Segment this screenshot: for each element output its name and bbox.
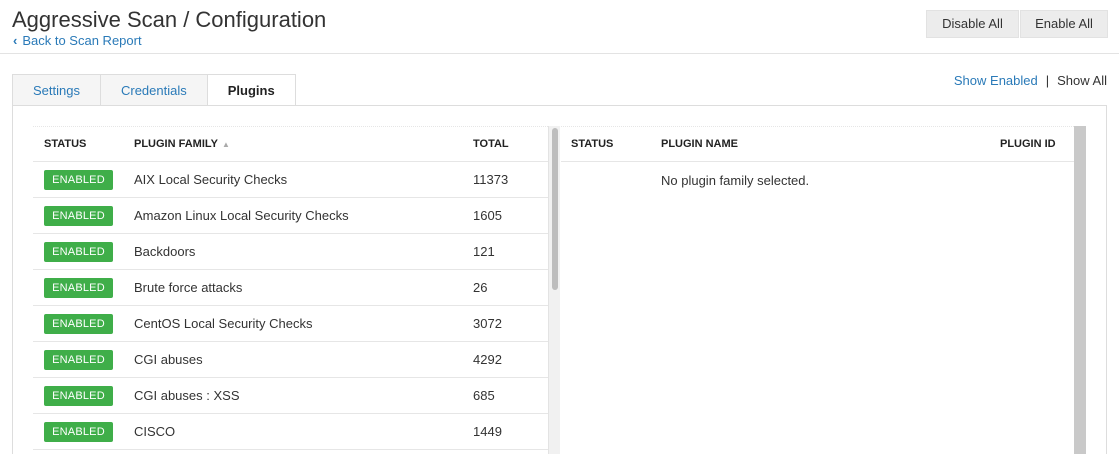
- family-name: Brute force attacks: [134, 280, 243, 295]
- table-row[interactable]: ENABLED AIX Local Security Checks 11373: [33, 162, 548, 198]
- families-scrollbar[interactable]: [548, 126, 560, 454]
- families-header-row: STATUS PLUGIN FAMILY ▲ TOTAL: [33, 126, 548, 162]
- tab-credentials[interactable]: Credentials: [100, 74, 208, 106]
- status-badge[interactable]: ENABLED: [44, 169, 113, 190]
- table-row[interactable]: ENABLED Brute force attacks 26: [33, 270, 548, 306]
- family-total: 1605: [473, 208, 502, 223]
- family-total: 11373: [473, 172, 509, 187]
- family-total: 1449: [473, 424, 502, 439]
- enable-all-button[interactable]: Enable All: [1020, 10, 1108, 38]
- table-row[interactable]: ENABLED CentOS Local Security Checks 307…: [33, 306, 548, 342]
- status-badge[interactable]: ENABLED: [44, 349, 113, 370]
- plugins-scrollbar[interactable]: [1074, 126, 1086, 454]
- column-header-total[interactable]: TOTAL: [462, 138, 548, 150]
- empty-state-message: No plugin family selected.: [661, 172, 810, 188]
- table-row[interactable]: ENABLED CISCO 1449: [33, 414, 548, 450]
- config-tabs: Settings Credentials Plugins: [12, 74, 296, 106]
- status-badge[interactable]: ENABLED: [44, 313, 113, 334]
- family-name: CGI abuses: [134, 352, 203, 367]
- back-link-label: Back to Scan Report: [22, 33, 142, 48]
- table-row[interactable]: ENABLED Backdoors 121: [33, 234, 548, 270]
- family-name: CISCO: [134, 424, 176, 439]
- family-total: 4292: [473, 352, 502, 367]
- column-header-plugin-family-label: PLUGIN FAMILY: [134, 138, 218, 150]
- column-header-status[interactable]: STATUS: [33, 138, 123, 150]
- family-total: 26: [473, 280, 488, 295]
- status-badge[interactable]: ENABLED: [44, 205, 113, 226]
- family-total: 685: [473, 388, 495, 403]
- family-name: Backdoors: [134, 244, 196, 259]
- page-title: Aggressive Scan / Configuration: [12, 7, 327, 32]
- tab-settings[interactable]: Settings: [12, 74, 101, 106]
- column-header-plugin-id[interactable]: PLUGIN ID: [990, 138, 1074, 150]
- family-total: 121: [473, 244, 495, 259]
- column-header-plugin-name[interactable]: PLUGIN NAME: [651, 138, 990, 150]
- family-name: CentOS Local Security Checks: [134, 316, 313, 331]
- status-badge[interactable]: ENABLED: [44, 421, 113, 442]
- family-name: Amazon Linux Local Security Checks: [134, 208, 349, 223]
- family-name: CGI abuses : XSS: [134, 388, 240, 403]
- bulk-actions: Disable All Enable All: [926, 10, 1108, 38]
- plugins-table: STATUS PLUGIN NAME PLUGIN ID No plugin f…: [561, 126, 1074, 198]
- column-header-plugin-family[interactable]: PLUGIN FAMILY ▲: [123, 138, 462, 150]
- chevron-left-icon: ‹: [13, 33, 18, 48]
- plugin-families-table: STATUS PLUGIN FAMILY ▲ TOTAL ENABLED AIX …: [33, 126, 548, 450]
- table-row[interactable]: ENABLED Amazon Linux Local Security Chec…: [33, 198, 548, 234]
- status-badge[interactable]: ENABLED: [44, 277, 113, 298]
- disable-all-button[interactable]: Disable All: [926, 10, 1019, 38]
- view-filter: Show Enabled | Show All: [954, 73, 1107, 88]
- tab-plugins[interactable]: Plugins: [207, 74, 296, 106]
- table-row[interactable]: ENABLED CGI abuses : XSS 685: [33, 378, 548, 414]
- status-badge[interactable]: ENABLED: [44, 241, 113, 262]
- table-row[interactable]: ENABLED CGI abuses 4292: [33, 342, 548, 378]
- status-badge[interactable]: ENABLED: [44, 385, 113, 406]
- plugins-header-row: STATUS PLUGIN NAME PLUGIN ID: [561, 126, 1074, 162]
- column-header-status[interactable]: STATUS: [561, 138, 651, 150]
- header-divider: [0, 53, 1119, 54]
- back-to-scan-report-link[interactable]: ‹ Back to Scan Report: [13, 33, 142, 48]
- sort-ascending-icon: ▲: [221, 140, 230, 149]
- family-name: AIX Local Security Checks: [134, 172, 288, 187]
- show-all-link[interactable]: Show All: [1057, 73, 1107, 88]
- empty-state-row: No plugin family selected.: [561, 162, 1074, 198]
- families-scrollbar-thumb[interactable]: [552, 128, 558, 290]
- filter-separator: |: [1045, 73, 1050, 88]
- show-enabled-link[interactable]: Show Enabled: [954, 73, 1038, 88]
- family-total: 3072: [473, 316, 502, 331]
